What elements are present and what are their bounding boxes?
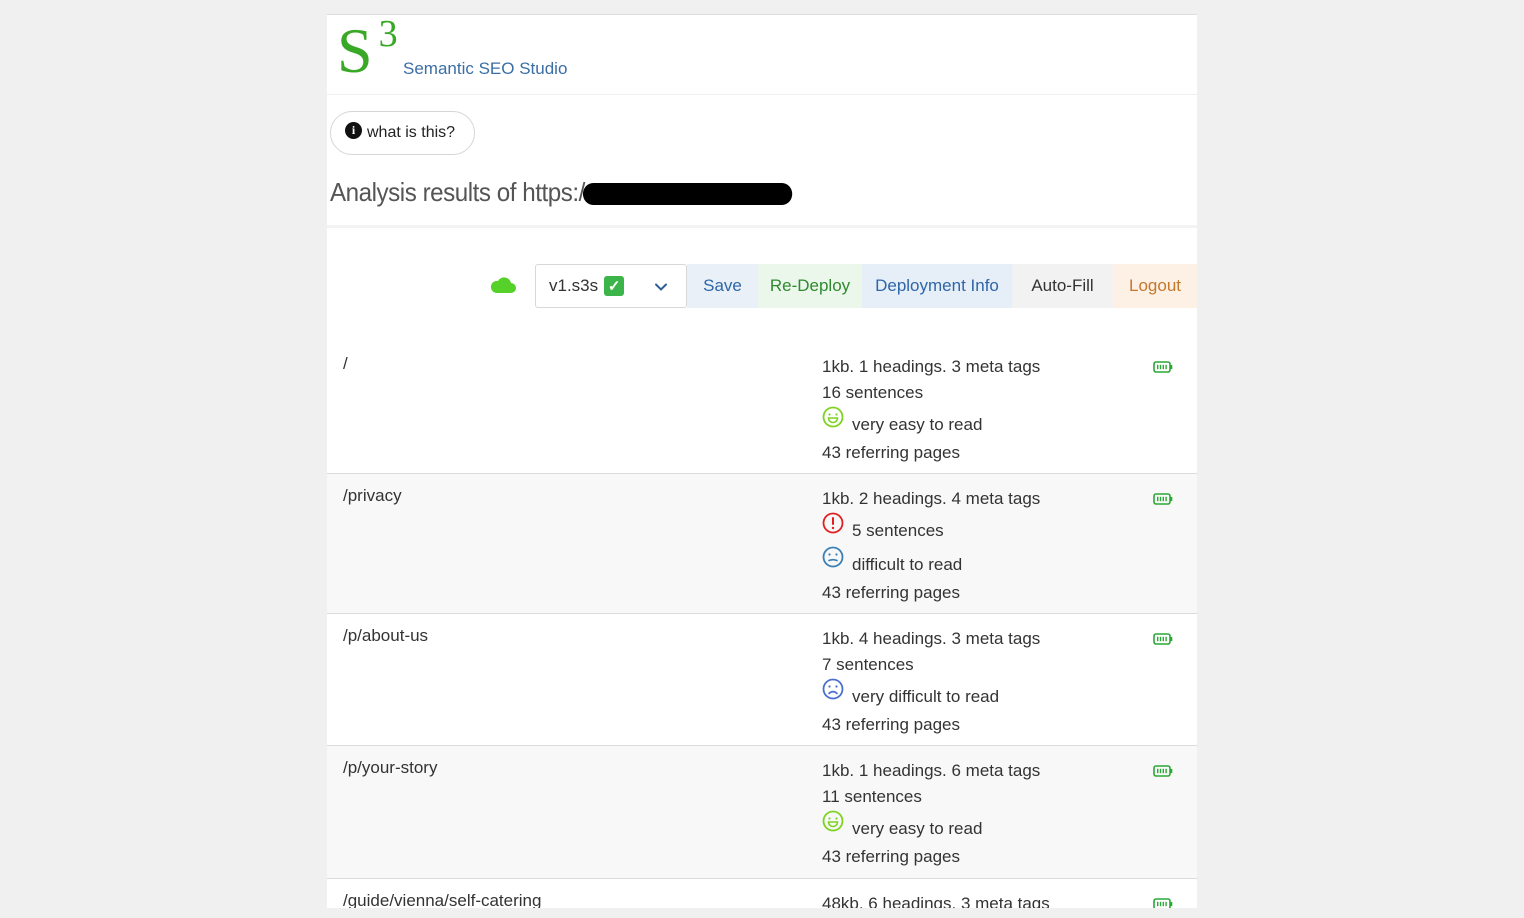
sad-face-icon	[822, 678, 844, 708]
cloud-icon	[490, 276, 516, 299]
page-summary: 48kb. 6 headings. 3 meta tags	[822, 894, 1050, 908]
chevron-down-icon	[654, 279, 668, 299]
happy-face-icon	[822, 406, 844, 436]
sentence-count: 7 sentences	[822, 655, 914, 674]
page-path[interactable]: /p/your-story	[343, 758, 437, 778]
page-path[interactable]: /guide/vienna/self-catering	[343, 891, 541, 908]
table-row[interactable]: /p/your-story 1kb. 1 headings. 6 meta ta…	[327, 746, 1197, 879]
divider	[327, 225, 1197, 228]
analysis-title-text: Analysis results of https:/	[330, 177, 585, 207]
readability-label: very easy to read	[852, 415, 983, 434]
what-is-this-button[interactable]: i what is this?	[330, 111, 475, 155]
readability-label: very easy to read	[852, 819, 983, 838]
page-title: Analysis results of https:/	[330, 177, 793, 208]
referring-pages: 43 referring pages	[822, 847, 960, 866]
redeploy-button[interactable]: Re-Deploy	[758, 264, 862, 308]
table-row[interactable]: / 1kb. 1 headings. 3 meta tags 16 senten…	[327, 342, 1197, 474]
page-summary: 1kb. 4 headings. 3 meta tags	[822, 629, 1041, 648]
page-list: / 1kb. 1 headings. 3 meta tags 16 senten…	[327, 342, 1197, 908]
battery-full-icon	[1153, 764, 1173, 782]
readability: difficult to read	[822, 546, 1040, 580]
page-summary: 1kb. 1 headings. 6 meta tags	[822, 761, 1041, 780]
auto-fill-button[interactable]: Auto-Fill	[1012, 264, 1113, 308]
logout-button[interactable]: Logout	[1113, 264, 1197, 308]
neutral-face-icon	[822, 546, 844, 576]
readability: very easy to read	[822, 406, 1040, 440]
happy-face-icon	[822, 810, 844, 840]
referring-pages: 43 referring pages	[822, 715, 960, 734]
header: S3 Semantic SEO Studio	[327, 15, 1197, 95]
warning-icon	[822, 512, 844, 542]
battery-full-icon	[1153, 492, 1173, 510]
logo[interactable]: S3	[337, 15, 398, 83]
redacted-url	[583, 183, 793, 206]
battery-full-icon	[1153, 632, 1173, 650]
app-page: S3 Semantic SEO Studio i what is this? A…	[327, 14, 1197, 908]
readability: very easy to read	[822, 810, 1040, 844]
page-summary: 1kb. 1 headings. 3 meta tags	[822, 357, 1041, 376]
deployment-info-button[interactable]: Deployment Info	[862, 264, 1012, 308]
page-stats: 1kb. 4 headings. 3 meta tags 7 sentences…	[822, 626, 1040, 738]
page-path[interactable]: /p/about-us	[343, 626, 428, 646]
page-path[interactable]: /privacy	[343, 486, 402, 506]
version-select[interactable]: v1.s3s ✓	[535, 264, 687, 308]
referring-pages: 43 referring pages	[822, 443, 960, 462]
page-summary: 1kb. 2 headings. 4 meta tags	[822, 489, 1041, 508]
readability-label: difficult to read	[852, 555, 963, 574]
battery-full-icon	[1153, 897, 1173, 908]
readability: very difficult to read	[822, 678, 1040, 712]
referring-pages: 43 referring pages	[822, 583, 960, 602]
brand-name: Semantic SEO Studio	[403, 59, 568, 78]
readability-label: very difficult to read	[852, 687, 1000, 706]
page-stats: 48kb. 6 headings. 3 meta tags	[822, 891, 1050, 908]
version-value: v1.s3s	[549, 276, 599, 295]
table-row[interactable]: /guide/vienna/self-catering 48kb. 6 head…	[327, 879, 1197, 908]
sentence-count-label: 5 sentences	[852, 521, 944, 540]
check-mark-icon: ✓	[604, 276, 625, 296]
table-row[interactable]: /p/about-us 1kb. 4 headings. 3 meta tags…	[327, 614, 1197, 746]
battery-full-icon	[1153, 360, 1173, 378]
page-stats: 1kb. 1 headings. 6 meta tags 11 sentence…	[822, 758, 1040, 870]
table-row[interactable]: /privacy 1kb. 2 headings. 4 meta tags 5 …	[327, 474, 1197, 614]
page-stats: 1kb. 1 headings. 3 meta tags 16 sentence…	[822, 354, 1040, 466]
info-icon: i	[345, 121, 362, 139]
page-path[interactable]: /	[343, 354, 348, 374]
page-stats: 1kb. 2 headings. 4 meta tags 5 sentences…	[822, 486, 1040, 606]
sentence-count: 11 sentences	[822, 787, 922, 806]
toolbar: v1.s3s ✓ Save Re-Deploy Deployment Info …	[327, 264, 1197, 308]
sentence-count: 5 sentences	[822, 512, 1040, 546]
sentence-count: 16 sentences	[822, 383, 924, 402]
what-is-this-label: what is this?	[367, 124, 456, 141]
save-button[interactable]: Save	[687, 264, 758, 308]
